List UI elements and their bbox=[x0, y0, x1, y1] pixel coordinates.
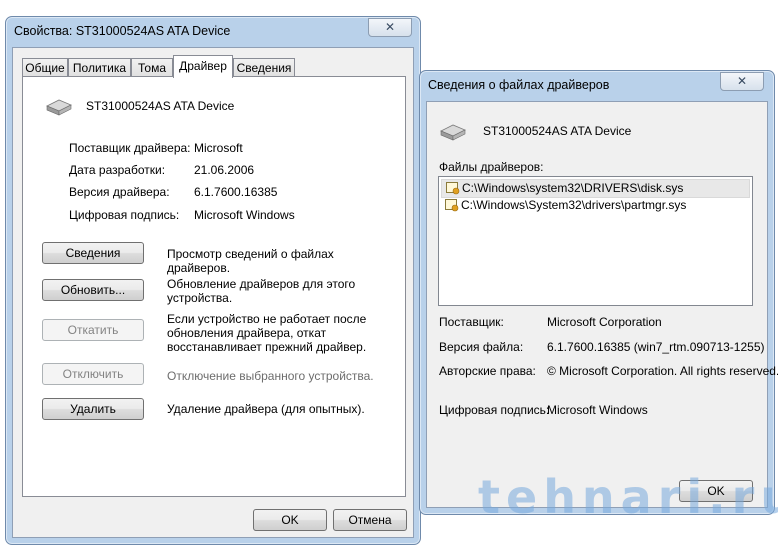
properties-window: Свойства: ST31000524AS ATA Device ✕ Общи… bbox=[5, 16, 421, 545]
hard-drive-icon bbox=[46, 99, 72, 116]
field-value: 6.1.7600.16385 (win7_rtm.090713-1255) bbox=[547, 340, 765, 354]
rollback-driver-button[interactable]: Откатить bbox=[42, 319, 144, 341]
disable-device-button[interactable]: Отключить bbox=[42, 363, 144, 385]
field-value: Microsoft Corporation bbox=[547, 315, 662, 329]
driver-files-window-title: Сведения о файлах драйверов bbox=[428, 78, 610, 92]
driver-files-window: Сведения о файлах драйверов ✕ ST31000524… bbox=[419, 70, 778, 515]
close-button[interactable]: ✕ bbox=[368, 18, 412, 37]
uninstall-driver-description: Удаление драйвера (для опытных). bbox=[167, 402, 365, 416]
tab-volumes[interactable]: Тома bbox=[131, 58, 173, 77]
driver-files-client-area: ST31000524AS ATA Device Файлы драйверов:… bbox=[426, 101, 778, 508]
hard-drive-icon bbox=[440, 124, 466, 141]
device-name: ST31000524AS ATA Device bbox=[483, 124, 632, 138]
watermark: tehnari.ru bbox=[478, 470, 778, 524]
update-driver-description: Обновление драйверов для этого устройств… bbox=[167, 277, 356, 305]
field-value: Microsoft Windows bbox=[194, 208, 295, 222]
field-label: Цифровая подпись: bbox=[69, 208, 180, 222]
tab-policy[interactable]: Политика bbox=[68, 58, 131, 77]
ok-button[interactable]: OK bbox=[253, 509, 327, 531]
field-label: Поставщик: bbox=[439, 315, 504, 329]
field-label: Поставщик драйвера: bbox=[69, 141, 191, 155]
field-value: © Microsoft Corporation. All rights rese… bbox=[547, 364, 778, 378]
certified-file-icon bbox=[446, 182, 460, 195]
field-label: Дата разработки: bbox=[69, 163, 166, 177]
driver-details-button[interactable]: Сведения bbox=[42, 242, 144, 264]
field-label: Цифровая подпись: bbox=[439, 403, 550, 417]
field-value: Microsoft Windows bbox=[547, 403, 648, 417]
update-driver-button[interactable]: Обновить... bbox=[42, 279, 144, 301]
driver-details-description: Просмотр сведений о файлах драйверов. bbox=[167, 247, 334, 275]
list-item[interactable]: C:\Windows\system32\DRIVERS\disk.sys bbox=[441, 179, 750, 198]
driver-files-list[interactable]: C:\Windows\system32\DRIVERS\disk.sys C:\… bbox=[438, 176, 753, 306]
cancel-button[interactable]: Отмена bbox=[333, 509, 407, 531]
uninstall-driver-button[interactable]: Удалить bbox=[42, 398, 144, 420]
driver-tab-panel: ST31000524AS ATA Device Поставщик драйве… bbox=[22, 76, 406, 497]
field-value: 21.06.2006 bbox=[194, 163, 255, 177]
certified-file-icon bbox=[445, 199, 459, 212]
properties-window-title: Свойства: ST31000524AS ATA Device bbox=[14, 24, 231, 38]
field-label: Авторские права: bbox=[439, 364, 536, 378]
field-value: 6.1.7600.16385 bbox=[194, 185, 278, 199]
tab-driver[interactable]: Драйвер bbox=[173, 55, 233, 78]
properties-client-area: Общие Политика Тома Драйвер Сведения ST3… bbox=[12, 47, 414, 538]
disable-device-description: Отключение выбранного устройства. bbox=[167, 369, 374, 383]
field-value: Microsoft bbox=[194, 141, 243, 155]
tab-general[interactable]: Общие bbox=[22, 58, 68, 77]
field-label: Версия файла: bbox=[439, 340, 524, 354]
device-name: ST31000524AS ATA Device bbox=[86, 99, 235, 113]
close-button[interactable]: ✕ bbox=[720, 72, 764, 91]
list-item[interactable]: C:\Windows\System32\drivers\partmgr.sys bbox=[441, 197, 750, 214]
files-label: Файлы драйверов: bbox=[439, 160, 544, 174]
tab-details[interactable]: Сведения bbox=[233, 58, 295, 77]
close-icon: ✕ bbox=[736, 74, 748, 88]
field-label: Версия драйвера: bbox=[69, 185, 170, 199]
close-icon: ✕ bbox=[384, 20, 396, 34]
rollback-driver-description: Если устройство не работает после обновл… bbox=[167, 312, 367, 354]
